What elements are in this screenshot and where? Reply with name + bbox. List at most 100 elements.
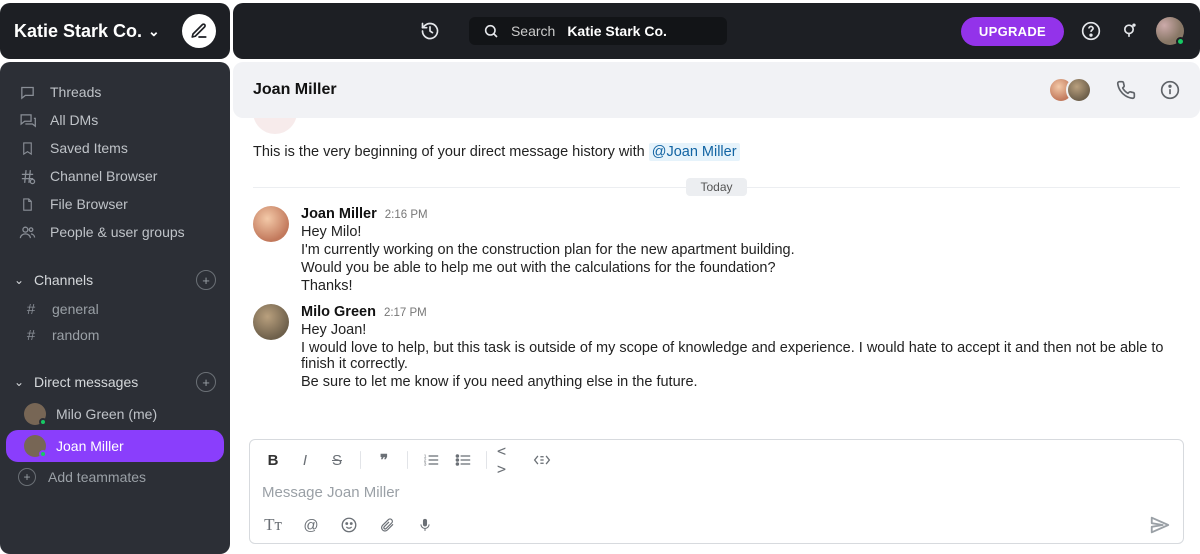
- intro-text: This is the very beginning of your direc…: [253, 144, 1180, 160]
- chevron-down-icon: ⌄: [14, 375, 28, 389]
- ordered-list-button[interactable]: 123: [418, 448, 444, 472]
- intro-avatar: [253, 118, 297, 134]
- codeblock-button[interactable]: [529, 448, 555, 472]
- message-time: 2:16 PM: [385, 209, 428, 221]
- help-icon[interactable]: [1080, 20, 1102, 42]
- code-button[interactable]: < >: [497, 448, 523, 472]
- message-line: Hey Joan!: [301, 322, 1180, 338]
- svg-text:3: 3: [424, 462, 427, 467]
- sidebar-nav-file-browser[interactable]: File Browser: [0, 190, 230, 218]
- message-time: 2:17 PM: [384, 307, 427, 319]
- search-input[interactable]: Search Katie Stark Co.: [469, 17, 727, 45]
- message-line: Hey Milo!: [301, 224, 795, 240]
- message-author: Joan Miller: [301, 206, 377, 222]
- workspace-name: Katie Stark Co.: [14, 21, 142, 42]
- strikethrough-button[interactable]: S: [324, 448, 350, 472]
- sidebar-nav-threads[interactable]: Threads: [0, 78, 230, 106]
- separator: [486, 451, 487, 469]
- sidebar-nav-channel-browser[interactable]: Channel Browser: [0, 162, 230, 190]
- quote-button[interactable]: ❞: [371, 448, 397, 472]
- composer-input[interactable]: [260, 478, 1173, 507]
- add-channel-button[interactable]: +: [196, 270, 216, 290]
- message-line: I'm currently working on the constructio…: [301, 242, 795, 258]
- sidebar-nav-label: Saved Items: [50, 140, 128, 156]
- channels-section-label: Channels: [34, 272, 93, 288]
- sparkle-icon[interactable]: [1118, 20, 1140, 42]
- chevron-down-icon: ⌄: [148, 23, 160, 40]
- user-avatar[interactable]: [1156, 17, 1184, 45]
- avatar: [24, 403, 46, 425]
- bold-button[interactable]: B: [260, 448, 286, 472]
- dms-section-header[interactable]: ⌄ Direct messages +: [0, 366, 230, 398]
- dm-name: Milo Green (me): [56, 406, 157, 422]
- chevron-down-icon: ⌄: [14, 273, 28, 287]
- avatar: [253, 206, 289, 242]
- sidebar-nav-label: People & user groups: [50, 224, 185, 240]
- history-icon[interactable]: [419, 20, 441, 42]
- conversation-title: Joan Miller: [253, 81, 337, 99]
- sidebar-nav-label: Channel Browser: [50, 168, 157, 184]
- message-line: I would love to help, but this task is o…: [301, 340, 1180, 372]
- separator: [407, 451, 408, 469]
- presence-indicator: [39, 450, 47, 458]
- dms-section-label: Direct messages: [34, 374, 138, 390]
- call-icon[interactable]: [1116, 80, 1136, 100]
- send-button[interactable]: [1147, 513, 1173, 537]
- avatar: [253, 304, 289, 340]
- conversation-header: Joan Miller: [233, 62, 1200, 118]
- message-line: Would you be able to help me out with th…: [301, 260, 795, 276]
- conversation-pane: Joan Miller This is the very beginning o…: [233, 59, 1200, 554]
- microphone-button[interactable]: [412, 513, 438, 537]
- formatting-toggle-button[interactable]: Tт: [260, 513, 286, 537]
- hash-icon: #: [22, 326, 40, 344]
- sidebar-nav-people-user-groups[interactable]: People & user groups: [0, 218, 230, 246]
- message-author: Milo Green: [301, 304, 376, 320]
- search-prefix: Search: [511, 23, 555, 39]
- sidebar: Threads All DMs Saved Items Channel Browser…: [0, 62, 230, 554]
- compose-button[interactable]: [182, 14, 216, 48]
- italic-button[interactable]: I: [292, 448, 318, 472]
- message-icon: [18, 83, 36, 101]
- composer-bottom-toolbar: Tт @: [260, 507, 1173, 537]
- add-dm-button[interactable]: +: [196, 372, 216, 392]
- sidebar-nav-saved-items[interactable]: Saved Items: [0, 134, 230, 162]
- user-mention[interactable]: @Joan Miller: [649, 143, 740, 161]
- add-teammates-label: Add teammates: [48, 469, 146, 485]
- participant-avatars[interactable]: [1048, 77, 1092, 103]
- message-scroll[interactable]: This is the very beginning of your direc…: [233, 118, 1200, 433]
- bookmark-icon: [18, 139, 36, 157]
- top-bar: Katie Stark Co. ⌄ Search Katie Stark Co.…: [0, 0, 1200, 59]
- add-teammates-button[interactable]: + Add teammates: [0, 462, 230, 492]
- main-header: Search Katie Stark Co. UPGRADE: [233, 3, 1200, 59]
- dm-name: Joan Miller: [56, 438, 124, 454]
- sidebar-nav-label: File Browser: [50, 196, 128, 212]
- sidebar-nav-label: All DMs: [50, 112, 98, 128]
- intro-prefix: This is the very beginning of your direc…: [253, 144, 649, 160]
- sidebar-nav-all-dms[interactable]: All DMs: [0, 106, 230, 134]
- bullet-list-button[interactable]: [450, 448, 476, 472]
- hash-icon: #: [22, 300, 40, 318]
- workspace-switcher[interactable]: Katie Stark Co. ⌄: [0, 3, 230, 59]
- avatar: [24, 435, 46, 457]
- presence-indicator: [1176, 37, 1185, 46]
- plus-icon: +: [18, 468, 36, 486]
- presence-indicator: [39, 418, 47, 426]
- mention-button[interactable]: @: [298, 513, 324, 537]
- date-label: Today: [686, 178, 746, 196]
- message-composer[interactable]: B I S ❞ 123 < >: [249, 439, 1184, 544]
- sidebar-dm-joan-miller[interactable]: Joan Miller: [6, 430, 224, 462]
- emoji-button[interactable]: [336, 513, 362, 537]
- people-icon: [18, 223, 36, 241]
- upgrade-button[interactable]: UPGRADE: [961, 17, 1064, 46]
- search-workspace: Katie Stark Co.: [567, 23, 667, 39]
- sidebar-channel-general[interactable]: #general: [0, 296, 230, 322]
- sidebar-nav-label: Threads: [50, 84, 101, 100]
- avatar: [1066, 77, 1092, 103]
- sidebar-dm-milo-green-me-[interactable]: Milo Green (me): [6, 398, 224, 430]
- channels-section-header[interactable]: ⌄ Channels +: [0, 264, 230, 296]
- sidebar-channel-random[interactable]: #random: [0, 322, 230, 348]
- composer-toolbar: B I S ❞ 123 < >: [260, 448, 1173, 478]
- attachment-button[interactable]: [374, 513, 400, 537]
- info-icon[interactable]: [1160, 80, 1180, 100]
- file-icon: [18, 195, 36, 213]
